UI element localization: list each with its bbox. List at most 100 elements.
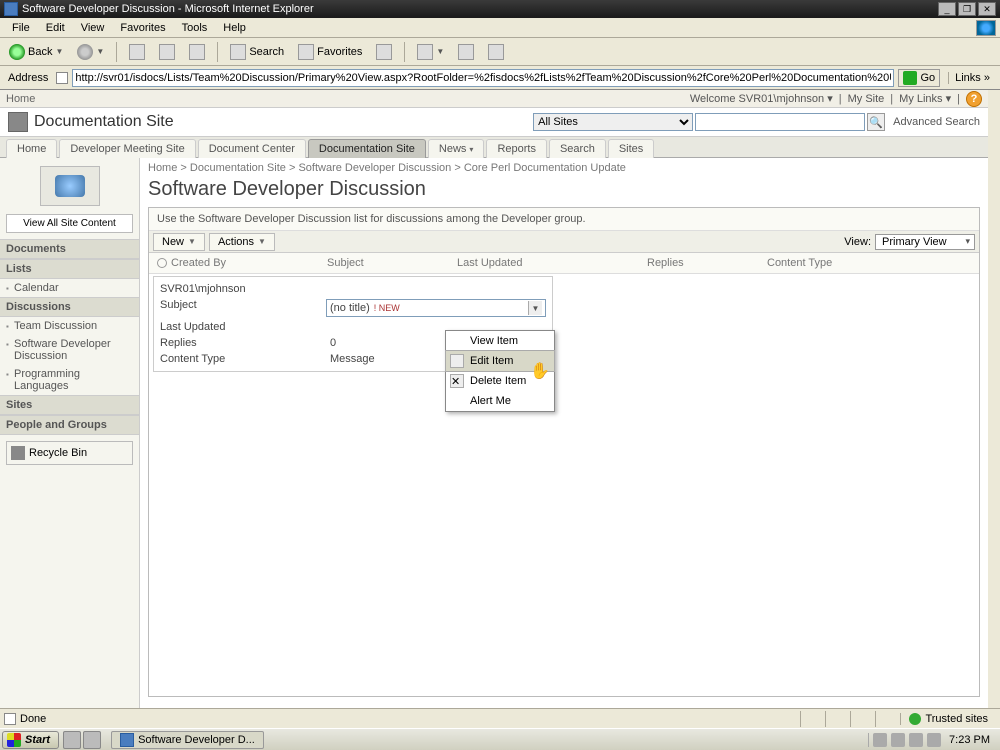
ctx-edit-item[interactable]: Edit Item xyxy=(445,350,555,372)
advanced-search-link[interactable]: Advanced Search xyxy=(893,116,980,128)
stop-icon xyxy=(129,44,145,60)
search-scope-select[interactable]: All Sites xyxy=(533,113,693,131)
restore-button[interactable]: ❐ xyxy=(958,2,976,16)
breadcrumb: Home > Documentation Site > Software Dev… xyxy=(140,158,988,178)
ql-item-software-dev-discussion[interactable]: Software Developer Discussion xyxy=(0,335,139,365)
welcome-menu[interactable]: Welcome SVR01\mjohnson ▾ xyxy=(690,92,833,105)
go-icon xyxy=(903,71,917,85)
tab-documentation-site[interactable]: Documentation Site xyxy=(308,139,426,158)
go-button[interactable]: Go xyxy=(898,69,940,87)
menu-view[interactable]: View xyxy=(73,20,113,36)
item-contenttype-label: Content Type xyxy=(160,353,330,365)
col-replies[interactable]: Replies xyxy=(647,257,767,269)
ql-desktop-icon[interactable] xyxy=(63,731,81,749)
ql-heading-people[interactable]: People and Groups xyxy=(0,415,139,435)
page-icon xyxy=(56,72,68,84)
back-button[interactable]: Back▼ xyxy=(4,41,68,63)
ql-item-team-discussion[interactable]: Team Discussion xyxy=(0,317,139,335)
site-title[interactable]: Documentation Site xyxy=(34,113,174,131)
ql-item-calendar[interactable]: Calendar xyxy=(0,279,139,297)
chevron-down-icon[interactable]: ▼ xyxy=(528,301,542,315)
bc-sdd[interactable]: Software Developer Discussion xyxy=(298,162,451,174)
item-context-menu: View Item Edit Item ✕Delete Item Alert M… xyxy=(445,330,555,412)
favorites-button[interactable]: Favorites xyxy=(293,41,367,63)
address-input[interactable] xyxy=(72,69,894,87)
refresh-button[interactable] xyxy=(154,41,180,63)
window-title: Software Developer Discussion - Microsof… xyxy=(22,3,314,15)
col-content-type[interactable]: Content Type xyxy=(767,257,971,269)
stop-button[interactable] xyxy=(124,41,150,63)
menu-file[interactable]: File xyxy=(4,20,38,36)
tab-home[interactable]: Home xyxy=(6,139,57,158)
print-button[interactable] xyxy=(453,41,479,63)
tab-document-center[interactable]: Document Center xyxy=(198,139,306,158)
new-menu[interactable]: New▼ xyxy=(153,233,205,251)
mysite-link[interactable]: My Site xyxy=(848,93,885,105)
home-button[interactable] xyxy=(184,41,210,63)
tab-reports[interactable]: Reports xyxy=(486,139,547,158)
tab-news[interactable]: News▾ xyxy=(428,139,485,158)
page-title: Software Developer Discussion xyxy=(140,178,988,207)
tray-icon[interactable] xyxy=(927,733,941,747)
col-created-by[interactable]: Created By xyxy=(171,257,226,269)
help-icon[interactable]: ? xyxy=(966,91,982,107)
view-selector[interactable]: Primary View xyxy=(875,234,975,250)
clock[interactable]: 7:23 PM xyxy=(945,734,994,746)
bc-docsite[interactable]: Documentation Site xyxy=(190,162,286,174)
mail-button[interactable]: ▼ xyxy=(412,41,449,63)
ql-ie-icon[interactable] xyxy=(83,731,101,749)
site-search-input[interactable] xyxy=(695,113,865,131)
ctx-alert-me[interactable]: Alert Me xyxy=(446,391,554,411)
close-button[interactable]: ✕ xyxy=(978,2,996,16)
minimize-button[interactable]: _ xyxy=(938,2,956,16)
site-header: Documentation Site All Sites 🔍 Advanced … xyxy=(0,108,988,136)
view-all-site-content[interactable]: View All Site Content xyxy=(6,214,133,233)
edit-button[interactable] xyxy=(483,41,509,63)
tab-search[interactable]: Search xyxy=(549,139,606,158)
links-toolbar[interactable]: Links » xyxy=(948,72,996,84)
expand-toggle-icon[interactable] xyxy=(157,258,167,268)
search-button[interactable]: Search xyxy=(225,41,289,63)
tray-icon[interactable] xyxy=(909,733,923,747)
actions-menu[interactable]: Actions▼ xyxy=(209,233,275,251)
task-button-ie[interactable]: Software Developer D... xyxy=(111,731,264,749)
top-nav-tabs: Home Developer Meeting Site Document Cen… xyxy=(0,136,988,158)
ql-heading-lists[interactable]: Lists xyxy=(0,259,139,279)
global-home-link[interactable]: Home xyxy=(6,93,35,105)
ql-heading-sites[interactable]: Sites xyxy=(0,395,139,415)
tray-icon[interactable] xyxy=(873,733,887,747)
forward-icon xyxy=(77,44,93,60)
menu-tools[interactable]: Tools xyxy=(174,20,216,36)
mylinks-menu[interactable]: My Links ▾ xyxy=(899,92,951,105)
ctx-view-item[interactable]: View Item xyxy=(446,331,554,351)
tab-developer-meeting[interactable]: Developer Meeting Site xyxy=(59,139,195,158)
mail-icon xyxy=(417,44,433,60)
delete-icon: ✕ xyxy=(450,374,464,388)
tray-icon[interactable] xyxy=(891,733,905,747)
menu-help[interactable]: Help xyxy=(215,20,254,36)
menu-favorites[interactable]: Favorites xyxy=(112,20,173,36)
recycle-bin-link[interactable]: Recycle Bin xyxy=(6,441,133,465)
ql-heading-discussions[interactable]: Discussions xyxy=(0,297,139,317)
security-zone[interactable]: Trusted sites xyxy=(900,713,996,725)
main-column: Home > Documentation Site > Software Dev… xyxy=(140,158,988,708)
item-subject-dropdown[interactable]: (no title) ! NEW ▼ xyxy=(326,299,546,317)
bc-leaf: Core Perl Documentation Update xyxy=(464,162,626,174)
forward-button[interactable]: ▼ xyxy=(72,41,109,63)
bc-home[interactable]: Home xyxy=(148,162,177,174)
site-search-button[interactable]: 🔍 xyxy=(867,113,885,131)
browser-toolbar: Back▼ ▼ Search Favorites ▼ xyxy=(0,38,1000,66)
tab-sites[interactable]: Sites xyxy=(608,139,654,158)
ie-icon xyxy=(120,733,134,747)
ql-item-programming-languages[interactable]: Programming Languages xyxy=(0,365,139,395)
blank-icon xyxy=(450,394,464,408)
col-subject[interactable]: Subject xyxy=(327,257,457,269)
column-headers: Created By Subject Last Updated Replies … xyxy=(149,253,979,274)
ctx-delete-item[interactable]: ✕Delete Item xyxy=(446,371,554,391)
start-button[interactable]: Start xyxy=(2,731,59,749)
site-logo-icon xyxy=(8,112,28,132)
menu-edit[interactable]: Edit xyxy=(38,20,73,36)
col-last-updated[interactable]: Last Updated xyxy=(457,257,647,269)
ql-heading-documents[interactable]: Documents xyxy=(0,239,139,259)
history-button[interactable] xyxy=(371,41,397,63)
